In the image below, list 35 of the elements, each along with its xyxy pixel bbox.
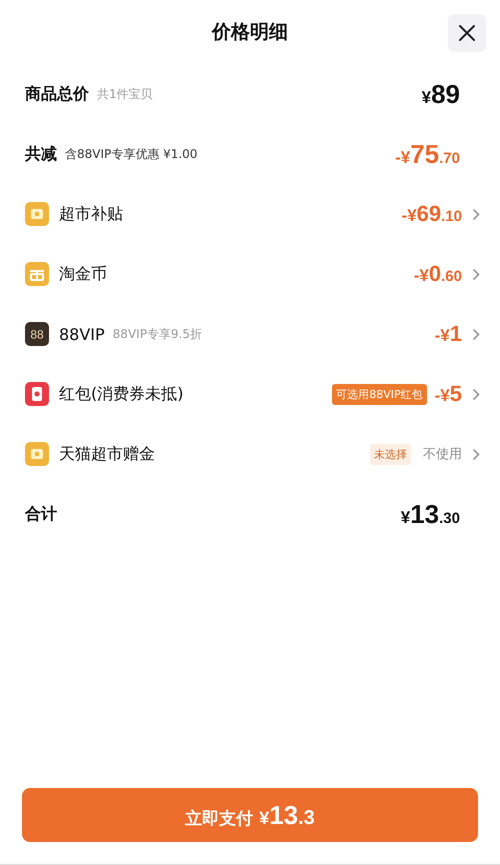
row-label: 商品总价 [25,84,89,104]
amount-value: -¥1 [434,321,462,347]
sheet-title: 价格明细 [212,20,288,45]
amount-value: -¥75.70 [395,138,460,170]
chevron-icon[interactable] [472,388,480,400]
amount-value: -¥0.60 [414,261,462,287]
row-note: 共1件宝贝 [97,86,153,102]
row-label: 超市补贴 [59,204,123,224]
row-label: 天猫超市赠金 [59,444,155,464]
chevron-icon[interactable] [472,268,480,280]
row-value: 不使用 [423,446,462,463]
vip-icon: 88 [25,322,49,346]
coupon-tag: 可选用88VIP红包 [332,384,427,404]
bag-icon [25,202,49,226]
row-note: 含88VIP专享优惠 ¥1.00 [65,146,198,162]
envelope-icon [25,382,49,406]
chevron-icon[interactable] [472,328,480,340]
coin-icon [25,262,49,286]
row-label: 合计 [25,504,57,524]
close-icon [458,24,476,42]
amount-value: ¥13.30 [400,498,460,530]
pay-button[interactable]: 立即支付 ¥13.3 [22,788,478,842]
bag-icon [25,442,49,466]
chevron-icon[interactable] [472,448,480,460]
chevron-icon[interactable] [472,208,480,220]
row-note: 88VIP专享9.5折 [112,326,202,342]
row-label: 共减 [25,144,57,164]
amount-value: ¥89 [422,78,460,110]
row-label: 红包(消费券未抵) [59,384,184,404]
row-label: 88VIP [59,324,105,344]
amount-value: -¥69.10 [402,201,462,227]
amount-value: -¥5 [434,381,462,407]
coupon-tag: 未选择 [370,444,411,464]
close-button[interactable] [448,14,486,52]
row-label: 淘金币 [59,264,107,284]
